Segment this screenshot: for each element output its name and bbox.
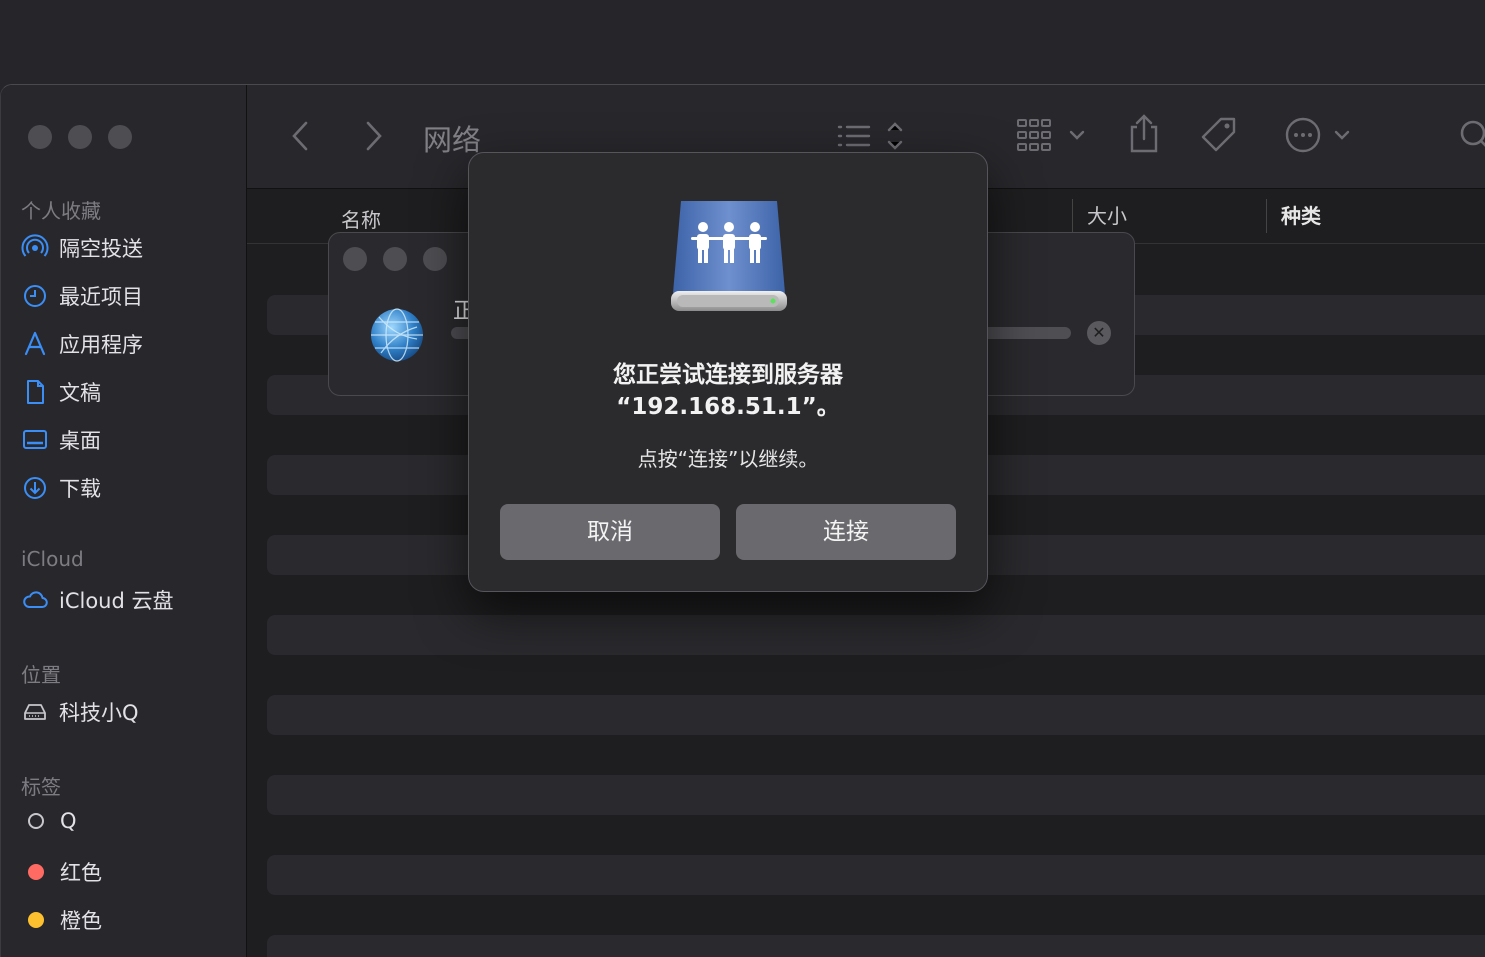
desktop-icon [23,430,47,449]
column-size-header[interactable]: 大小 [1072,199,1127,233]
connect-server-dialog: 您正尝试连接到服务器 “192.168.51.1”。 点按“连接”以继续。 取消… [468,152,988,592]
document-icon [27,380,44,404]
sidebar-item-applications[interactable]: 应用程序 [21,329,143,359]
more-ellipsis-icon [1285,117,1350,153]
icloud-section-title: iCloud [21,547,84,571]
close-x-icon: ✕ [1092,323,1106,342]
view-options-button[interactable] [835,119,909,153]
sidebar-item-desktop[interactable]: 桌面 [21,425,101,455]
sidebar-item-label: 橙色 [60,909,102,933]
column-name-header[interactable]: 名称 [341,204,381,233]
airdrop-icon [21,234,49,257]
network-globe-icon [369,307,425,367]
progress-zoom-button[interactable] [423,247,447,271]
sidebar-item-label: 最近项目 [59,285,143,309]
chevron-left-icon [292,121,308,151]
sidebar-item-label: 科技小Q [59,701,139,725]
clock-icon [24,285,46,307]
list-view-icon [837,122,903,150]
cloud-icon [23,591,48,608]
tag-orange-dot-icon [28,912,44,928]
back-button[interactable] [289,119,313,153]
tag-red-dot-icon [28,864,44,880]
sidebar-item-documents[interactable]: 文稿 [21,377,101,407]
dialog-informative-text: 点按“连接”以继续。 [637,447,819,471]
stop-connection-button[interactable]: ✕ [1087,321,1111,345]
tags-section-title: 标签 [21,775,61,799]
download-icon [24,477,46,499]
sidebar-item-label: 下载 [59,477,101,501]
sidebar-item-label: 隔空投送 [59,237,143,261]
dialog-message: 您正尝试连接到服务器 “192.168.51.1”。 [469,359,987,423]
sidebar-item-recents[interactable]: 最近项目 [21,281,143,311]
dialog-message-line2: “192.168.51.1”。 [616,394,840,420]
favorites-section-title: 个人收藏 [21,199,101,223]
sidebar-tag-red[interactable]: 红色 [21,857,102,887]
sidebar-item-mac-disk[interactable]: 科技小Q [21,697,139,727]
chevron-right-icon [366,121,382,151]
search-icon [1460,120,1485,147]
sidebar-item-label: 桌面 [59,429,101,453]
sidebar-item-label: iCloud 云盘 [59,589,174,613]
action-menu-button[interactable] [1283,115,1357,155]
grid-group-icon [1017,119,1085,151]
server-share-icon [667,197,791,321]
sidebar: 个人收藏 隔空投送 最近项目 应用程序 文稿 桌面 下载 iCloud iClo… [1,85,247,957]
progress-window-controls [343,247,447,271]
sidebar-item-airdrop[interactable]: 隔空投送 [21,233,143,263]
progress-close-button[interactable] [343,247,367,271]
zoom-window-button[interactable] [108,125,132,149]
sidebar-item-icloud-drive[interactable]: iCloud 云盘 [21,585,174,615]
list-row-placeholder [267,775,1485,815]
sidebar-item-label: Q [60,809,77,833]
share-button[interactable] [1127,113,1161,155]
search-button[interactable] [1457,117,1485,153]
sidebar-tag-orange[interactable]: 橙色 [21,905,102,935]
minimize-window-button[interactable] [68,125,92,149]
cancel-button[interactable]: 取消 [500,504,720,560]
list-row-placeholder [267,855,1485,895]
share-icon [1130,114,1158,153]
sidebar-tag-q[interactable]: Q [21,809,77,833]
sidebar-item-label: 红色 [60,861,102,885]
dialog-message-line1: 您正尝试连接到服务器 [613,362,843,388]
close-window-button[interactable] [28,125,52,149]
tag-empty-circle-icon [28,813,44,829]
locations-section-title: 位置 [21,663,61,687]
tags-button[interactable] [1199,115,1239,155]
list-row-placeholder [267,695,1485,735]
group-button[interactable] [1015,115,1091,155]
forward-button[interactable] [361,119,385,153]
tag-icon [1201,117,1236,152]
desktop-menubar-area [0,0,1485,84]
window-title: 网络 [423,123,482,157]
applications-icon [24,331,46,356]
window-controls [28,125,132,149]
sidebar-item-label: 文稿 [59,381,101,405]
list-row-placeholder [267,935,1485,957]
disk-icon [24,704,46,720]
sidebar-item-downloads[interactable]: 下载 [21,473,101,503]
sidebar-item-label: 应用程序 [59,333,143,357]
progress-minimize-button[interactable] [383,247,407,271]
column-kind-header[interactable]: 种类 [1266,199,1321,233]
list-row-placeholder [267,615,1485,655]
connect-button[interactable]: 连接 [736,504,956,560]
